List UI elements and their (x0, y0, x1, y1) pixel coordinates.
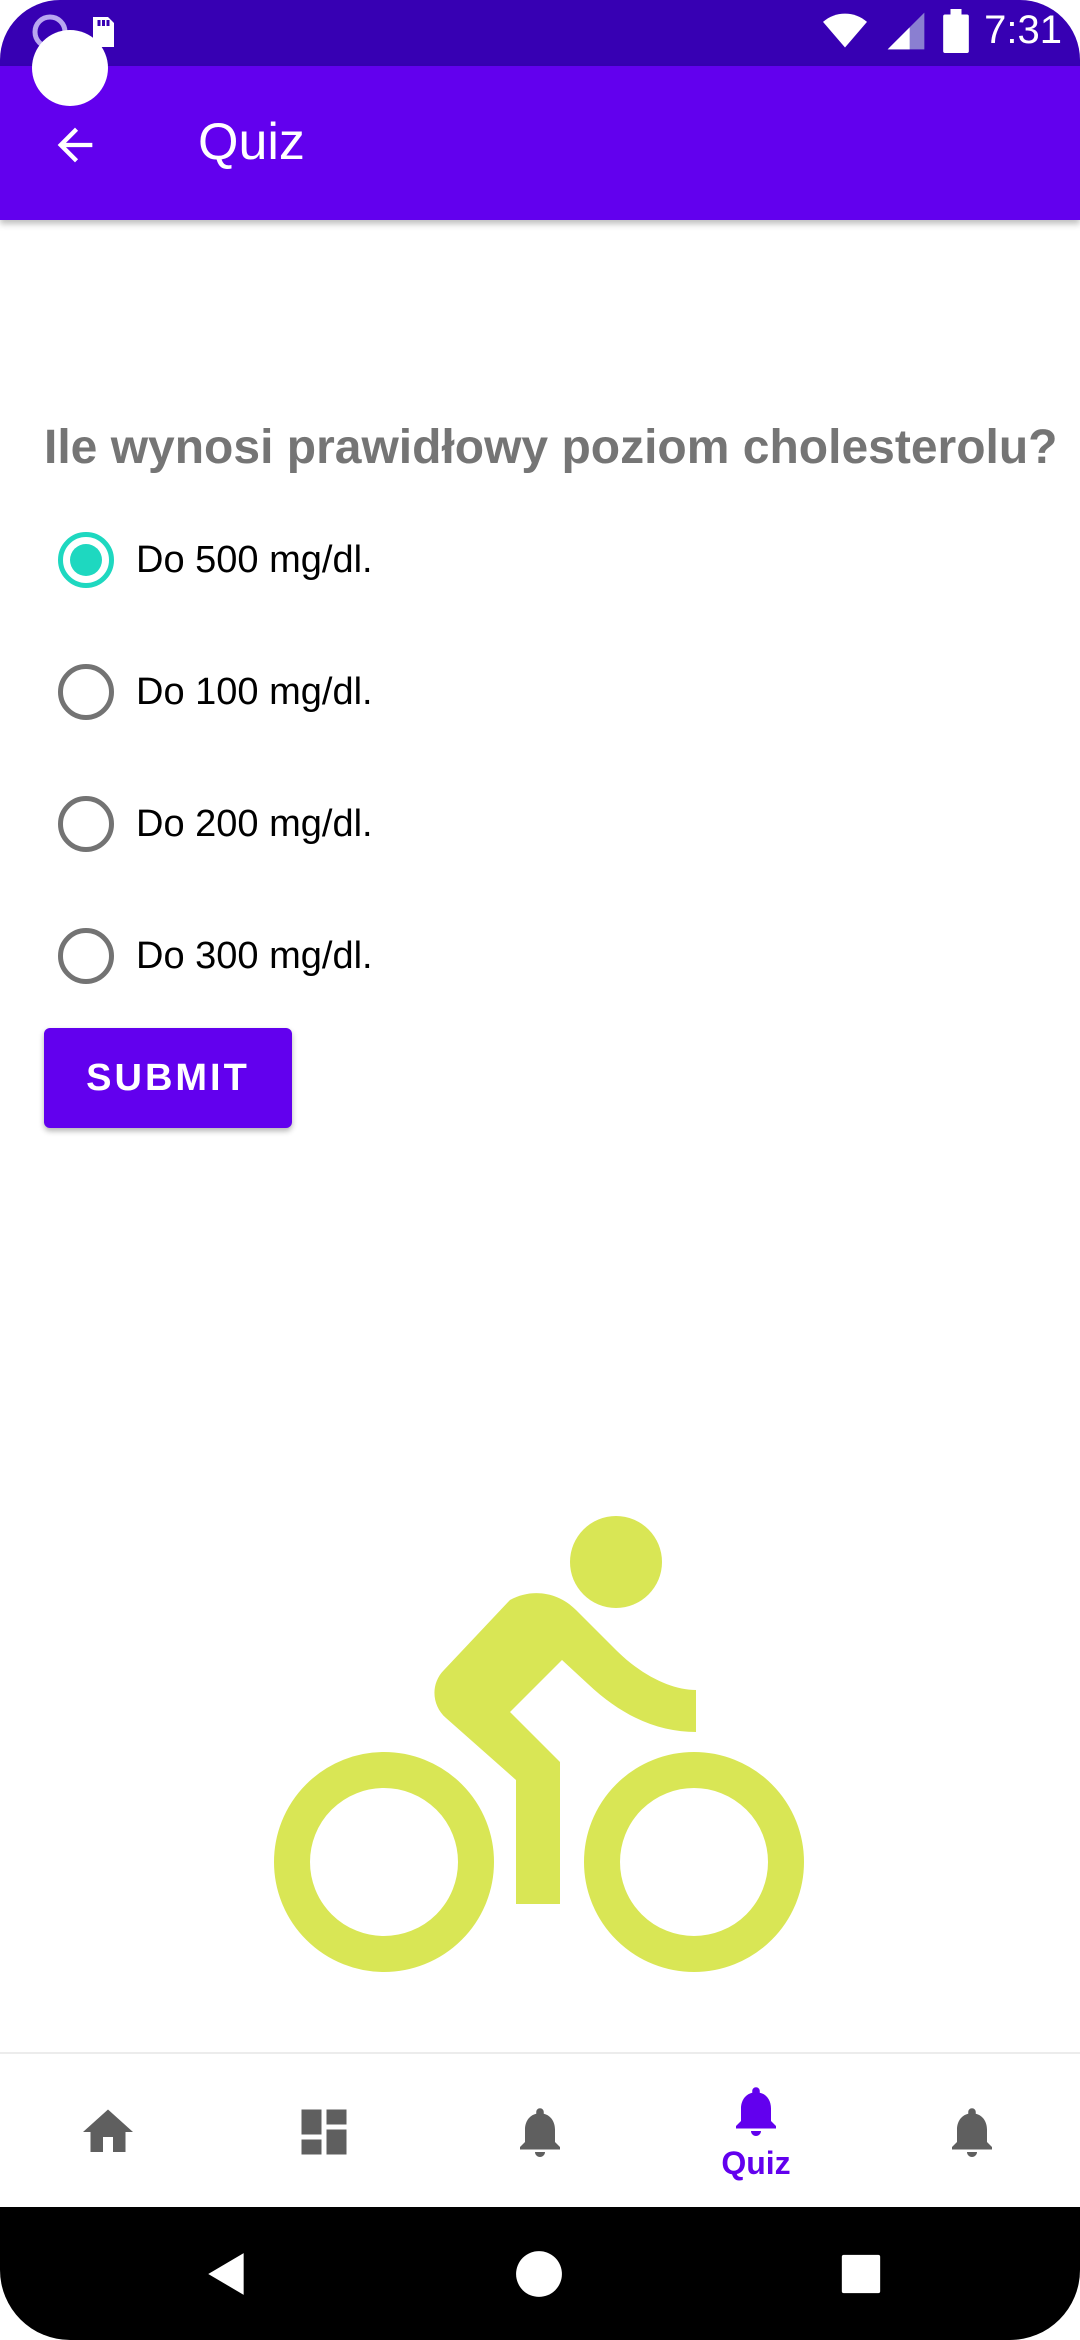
radio-dot (70, 544, 102, 576)
bell-icon (736, 2087, 776, 2136)
signal-icon (887, 12, 925, 49)
battery-icon (943, 8, 969, 53)
screen: 7:31 Quiz Ile wynosi prawidłowy poziom c… (0, 0, 1080, 2340)
answer-option-label: Do 100 mg/dl. (136, 670, 373, 713)
answer-option-2[interactable]: Do 100 mg/dl. (44, 632, 944, 752)
answer-option-label: Do 300 mg/dl. (136, 934, 373, 977)
system-back-button[interactable] (194, 2241, 260, 2307)
nav-item-home[interactable] (0, 2054, 216, 2209)
system-home-button[interactable] (506, 2241, 572, 2307)
nav-item-label: Quiz (721, 2145, 791, 2181)
status-right: 7:31 (820, 8, 1062, 53)
app-bar: Quiz (0, 66, 1080, 220)
bottom-navigation: Quiz (0, 2052, 1080, 2209)
nav-item-dashboard[interactable] (216, 2054, 432, 2209)
square-recents-icon (841, 2254, 881, 2294)
quiz-question: Ile wynosi prawidłowy poziom cholesterol… (44, 421, 1058, 474)
bell-icon (520, 2107, 560, 2157)
system-navigation-bar (0, 2207, 1080, 2340)
nav-item-notifications[interactable] (432, 2054, 648, 2209)
nav-item-alerts[interactable] (864, 2054, 1080, 2209)
radio-button[interactable] (58, 796, 114, 852)
answer-option-1[interactable]: Do 500 mg/dl. (44, 500, 944, 620)
submit-button[interactable]: SUBMIT (44, 1028, 292, 1128)
bike-icon (274, 1516, 804, 1972)
circle-home-icon (516, 2251, 562, 2297)
page-title: Quiz (198, 113, 305, 171)
home-icon (83, 2109, 133, 2152)
status-bar: 7:31 (0, 0, 1080, 66)
radio-button-checked[interactable] (58, 532, 114, 588)
nav-item-quiz[interactable]: Quiz (648, 2054, 864, 2209)
radio-button[interactable] (58, 664, 114, 720)
answer-option-4[interactable]: Do 300 mg/dl. (44, 896, 944, 1016)
answer-option-label: Do 200 mg/dl. (136, 802, 373, 845)
arrow-back-icon (57, 127, 93, 163)
answer-option-3[interactable]: Do 200 mg/dl. (44, 764, 944, 884)
status-clock: 7:31 (984, 8, 1062, 52)
wifi-icon (823, 13, 868, 47)
back-button[interactable] (40, 110, 110, 180)
system-recents-button[interactable] (828, 2241, 894, 2307)
triangle-back-icon (208, 2253, 244, 2295)
radio-button[interactable] (58, 928, 114, 984)
answer-option-label: Do 500 mg/dl. (136, 538, 373, 581)
bell-icon (952, 2107, 992, 2157)
dashboard-icon (301, 2109, 347, 2154)
touch-indicator (32, 30, 108, 106)
